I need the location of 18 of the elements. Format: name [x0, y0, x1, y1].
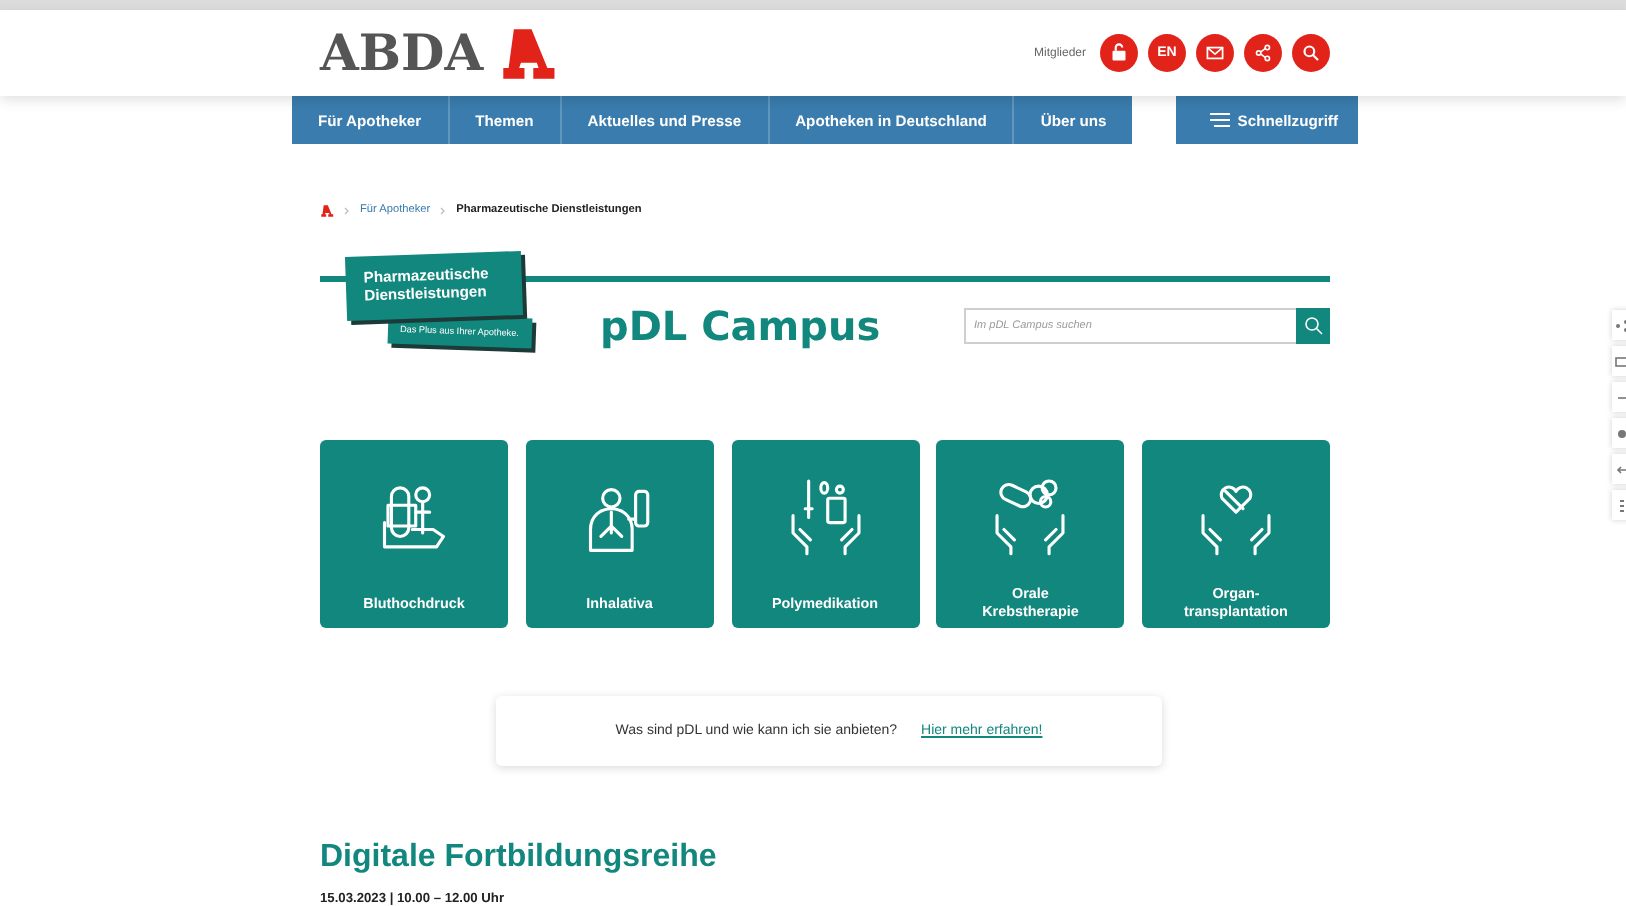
sliders-icon — [1209, 112, 1230, 128]
home-a-icon[interactable] — [320, 203, 334, 217]
search-icon — [1298, 40, 1324, 66]
mail-button[interactable] — [1196, 34, 1234, 72]
chevron-icon — [440, 205, 447, 215]
mail-icon — [1612, 351, 1626, 371]
chevron-icon — [344, 205, 350, 215]
lock-button[interactable] — [1100, 34, 1138, 72]
search-button[interactable] — [1296, 308, 1330, 344]
section-heading: Digitale Fortbildungsreihe — [320, 840, 719, 876]
share-button[interactable] — [1244, 34, 1282, 72]
pharmacy-a-logo-icon[interactable] — [497, 23, 558, 83]
page-title: pDL Campus — [600, 302, 881, 350]
search-button[interactable] — [1292, 34, 1330, 72]
share-icon — [1612, 315, 1626, 335]
site-logo-text[interactable]: ABDA — [320, 24, 484, 82]
share-icon — [1250, 40, 1276, 66]
search-icon — [1301, 314, 1325, 338]
